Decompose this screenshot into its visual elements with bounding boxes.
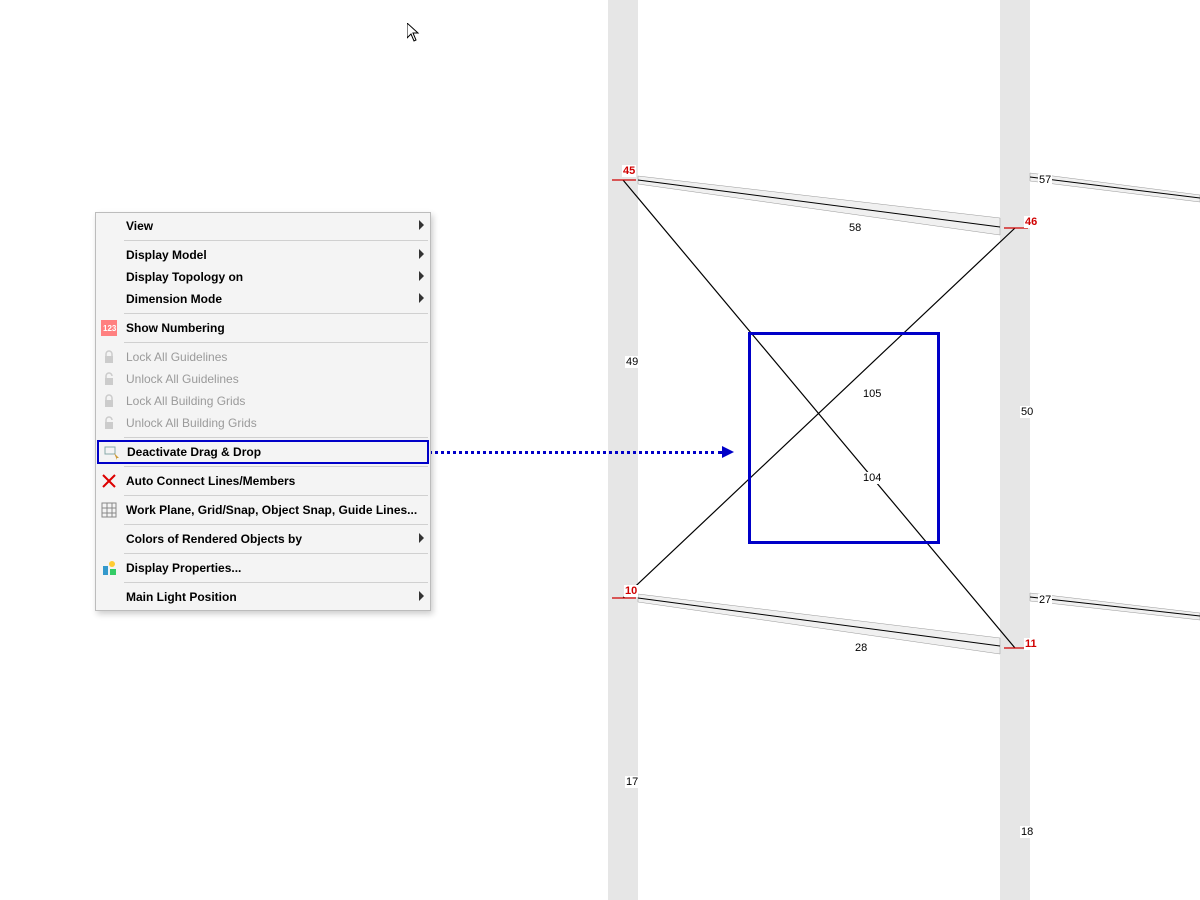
menu-unlock-grids: Unlock All Building Grids	[96, 412, 430, 434]
node-label-10: 10	[624, 585, 638, 597]
lock-icon	[101, 393, 117, 409]
chevron-right-icon	[419, 533, 424, 543]
menu-main-light-label: Main Light Position	[126, 590, 237, 604]
chevron-right-icon	[419, 220, 424, 230]
menu-display-topology-label: Display Topology on	[126, 270, 243, 284]
callout-arrow-head	[722, 446, 734, 458]
menu-lock-grids-label: Lock All Building Grids	[126, 394, 245, 408]
menu-work-plane[interactable]: Work Plane, Grid/Snap, Object Snap, Guid…	[96, 499, 430, 521]
chevron-right-icon	[419, 249, 424, 259]
menu-deactivate-drag-label: Deactivate Drag & Drop	[127, 445, 261, 459]
menu-main-light[interactable]: Main Light Position	[96, 586, 430, 608]
member-label-58: 58	[848, 222, 862, 234]
cross-icon	[101, 473, 117, 489]
menu-display-model[interactable]: Display Model	[96, 244, 430, 266]
chevron-right-icon	[419, 293, 424, 303]
menu-display-topology[interactable]: Display Topology on	[96, 266, 430, 288]
member-label-28: 28	[854, 642, 868, 654]
node-label-45: 45	[622, 165, 636, 177]
grid-icon	[101, 502, 117, 518]
numbering-icon: 123	[101, 320, 117, 336]
unlock-icon	[101, 415, 117, 431]
menu-lock-guidelines: Lock All Guidelines	[96, 346, 430, 368]
member-label-17: 17	[625, 776, 639, 788]
beam-bottom-left[interactable]	[638, 594, 1000, 654]
chevron-right-icon	[419, 591, 424, 601]
properties-icon	[101, 560, 117, 576]
menu-dimension-mode[interactable]: Dimension Mode	[96, 288, 430, 310]
menu-lock-grids: Lock All Building Grids	[96, 390, 430, 412]
node-label-46: 46	[1024, 216, 1038, 228]
menu-work-plane-label: Work Plane, Grid/Snap, Object Snap, Guid…	[126, 503, 417, 517]
menu-colors-rendered[interactable]: Colors of Rendered Objects by	[96, 528, 430, 550]
drag-icon	[104, 444, 120, 460]
menu-auto-connect-label: Auto Connect Lines/Members	[126, 474, 295, 488]
member-label-57: 57	[1038, 174, 1052, 186]
member-label-27: 27	[1038, 594, 1052, 606]
beam-top-left[interactable]	[638, 176, 1000, 235]
member-27[interactable]	[1030, 597, 1200, 616]
unlock-icon	[101, 371, 117, 387]
menu-unlock-grids-label: Unlock All Building Grids	[126, 416, 257, 430]
menu-display-properties-label: Display Properties...	[126, 561, 241, 575]
member-57[interactable]	[1030, 177, 1200, 198]
menu-display-properties[interactable]: Display Properties...	[96, 557, 430, 579]
member-label-18: 18	[1020, 826, 1034, 838]
member-58[interactable]	[638, 180, 1000, 227]
menu-display-model-label: Display Model	[126, 248, 207, 262]
cursor-icon	[407, 23, 421, 43]
menu-auto-connect[interactable]: Auto Connect Lines/Members	[96, 470, 430, 492]
column-right[interactable]	[1000, 0, 1030, 900]
svg-text:123: 123	[103, 324, 117, 333]
highlight-region	[748, 332, 940, 544]
menu-lock-guidelines-label: Lock All Guidelines	[126, 350, 227, 364]
chevron-right-icon	[419, 271, 424, 281]
column-left[interactable]	[608, 0, 638, 900]
menu-deactivate-drag[interactable]: Deactivate Drag & Drop	[97, 440, 429, 464]
node-label-11: 11	[1024, 638, 1038, 650]
lock-icon	[101, 349, 117, 365]
context-menu: View Display Model Display Topology on D…	[95, 212, 431, 611]
menu-unlock-guidelines-label: Unlock All Guidelines	[126, 372, 239, 386]
menu-unlock-guidelines: Unlock All Guidelines	[96, 368, 430, 390]
menu-view-label: View	[126, 219, 153, 233]
menu-dimension-mode-label: Dimension Mode	[126, 292, 222, 306]
menu-show-numbering-label: Show Numbering	[126, 321, 225, 335]
menu-view[interactable]: View	[96, 215, 430, 237]
member-28[interactable]	[638, 598, 1000, 646]
member-label-50: 50	[1020, 406, 1034, 418]
menu-colors-rendered-label: Colors of Rendered Objects by	[126, 532, 302, 546]
menu-show-numbering[interactable]: 123 Show Numbering	[96, 317, 430, 339]
member-label-49: 49	[625, 356, 639, 368]
